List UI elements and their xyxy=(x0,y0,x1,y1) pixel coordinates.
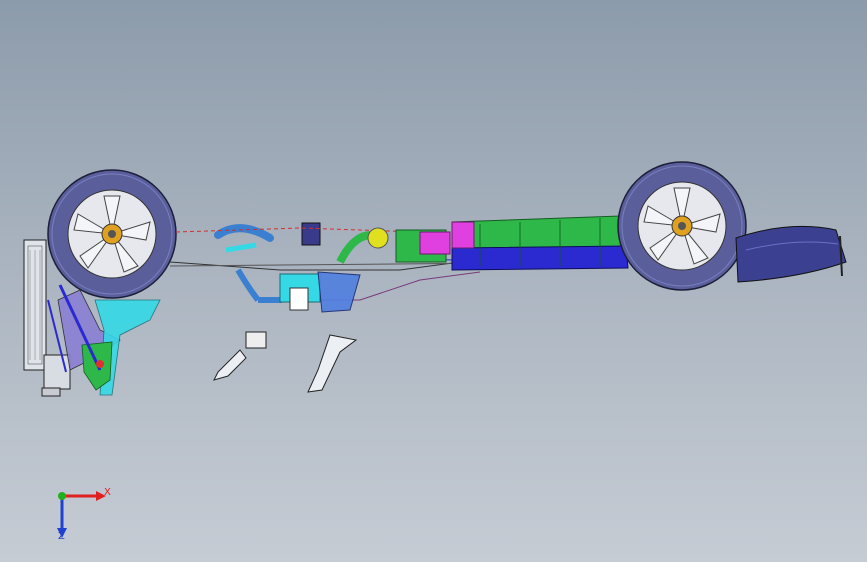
rear-muffler[interactable] xyxy=(735,225,847,283)
pedal-assembly[interactable] xyxy=(213,334,358,393)
y-axis-dot xyxy=(58,492,66,500)
cad-graphics-area[interactable]: X Z xyxy=(0,0,867,562)
chassis-assembly-model[interactable] xyxy=(0,0,867,562)
x-axis-label: X xyxy=(104,487,111,498)
center-tunnel-components[interactable] xyxy=(245,227,451,349)
z-axis-label: Z xyxy=(58,531,65,542)
front-wheel[interactable] xyxy=(47,169,177,299)
fuel-tank[interactable] xyxy=(451,215,629,271)
rear-wheel[interactable] xyxy=(617,161,747,291)
